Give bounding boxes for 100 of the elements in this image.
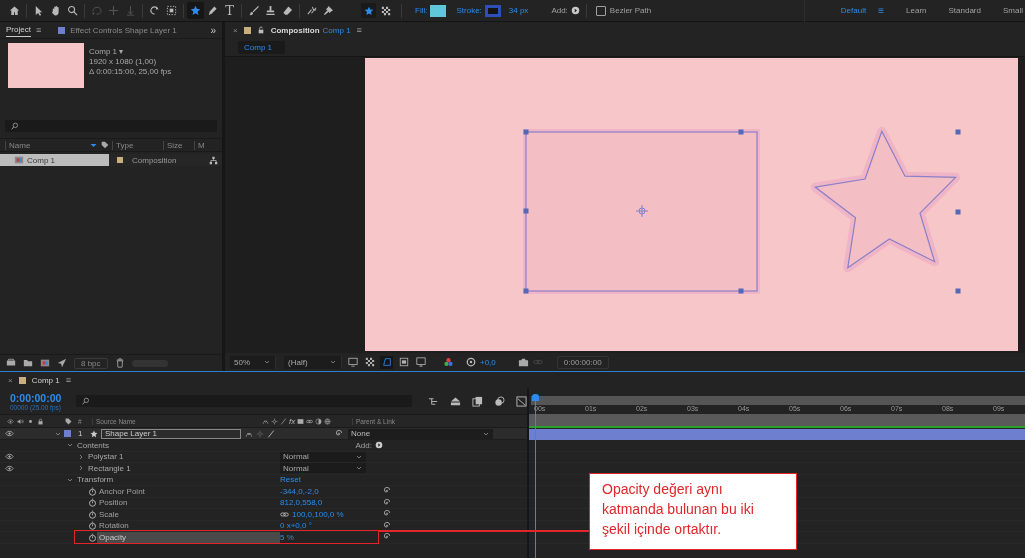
selection-handle[interactable] <box>523 129 529 135</box>
workspace-tab[interactable]: Small <box>1003 6 1023 15</box>
anchor-point-crosshair[interactable] <box>635 204 649 218</box>
monitor-toggle-button[interactable] <box>346 355 359 369</box>
stroke-color-swatch[interactable] <box>484 4 501 17</box>
visibility-toggle[interactable] <box>3 463 15 473</box>
fill-color-swatch[interactable] <box>430 4 447 17</box>
panel-tab[interactable]: Comp 1 <box>31 375 60 385</box>
blend-mode-dropdown[interactable]: Normal <box>280 463 366 474</box>
frame-icon <box>415 357 426 367</box>
property-group-name: Transform <box>77 475 114 485</box>
dot-icon <box>27 417 34 425</box>
panel-menu-button[interactable]: ≡ <box>35 25 42 35</box>
layer-name[interactable]: Shape Layer 1 <box>101 428 241 439</box>
selection-handle[interactable] <box>523 288 529 294</box>
workspace-menu-button[interactable]: ≡ <box>878 5 885 16</box>
eraser-icon <box>282 5 293 16</box>
node-tree-icon <box>428 395 439 407</box>
panel-menu-button[interactable]: ≡ <box>65 375 71 385</box>
property-value[interactable]: 812,0,558,0 <box>280 498 323 508</box>
selection-handle[interactable] <box>955 209 961 215</box>
property-value[interactable]: 0 x+0,0 ° <box>280 521 312 531</box>
current-time-field[interactable]: 0:00:00:00 <box>556 355 609 369</box>
effect-controls-square-icon <box>58 26 66 34</box>
panel-tab[interactable]: Composition <box>270 25 320 35</box>
bit-depth-button[interactable]: 8 bpc <box>74 357 108 369</box>
footage-icon <box>6 358 16 368</box>
pen-icon <box>207 5 218 16</box>
selection-handle[interactable] <box>955 288 961 294</box>
selection-handle[interactable] <box>955 129 961 135</box>
selection-handle[interactable] <box>523 208 529 214</box>
close-tab-button[interactable]: × <box>233 25 238 35</box>
film-frame-icon <box>297 417 305 425</box>
property-name[interactable]: Anchor Point <box>97 486 280 497</box>
eye-icon <box>4 452 14 462</box>
exposure-value[interactable]: +0,0 <box>480 357 496 367</box>
property-name[interactable]: Scale <box>97 509 280 520</box>
property-value[interactable]: -344,0,-2,0 <box>280 486 319 496</box>
label-color-square[interactable] <box>64 430 71 437</box>
bezier-path-checkbox[interactable]: Bezier Path <box>595 5 652 16</box>
resolution-dropdown[interactable]: (Half) <box>284 355 342 369</box>
star-icon <box>90 429 98 438</box>
panel-overflow-button[interactable]: » <box>210 24 216 36</box>
copies-icon <box>472 395 483 407</box>
flowchart-icon <box>209 155 218 165</box>
stopwatch-icon <box>88 498 97 508</box>
search-field[interactable] <box>5 120 217 132</box>
motion-blur-icon <box>494 395 505 407</box>
annotation-callout: Opacity değeri aynı katmanda bulunan bu iki şekil içinde ortaktır. <box>589 473 797 550</box>
comp-tab-name[interactable]: Comp 1 <box>322 25 351 35</box>
current-time[interactable]: 0:00:00:00 <box>10 391 68 404</box>
close-tab-button[interactable]: × <box>8 375 13 385</box>
property-name[interactable]: Position <box>97 497 280 508</box>
eye-icon <box>4 463 14 473</box>
property-name[interactable]: Opacity <box>97 532 280 543</box>
comp-name[interactable]: Comp 1 ▾ <box>89 47 172 56</box>
label-color-square <box>243 26 251 34</box>
play-circle-icon <box>570 6 580 15</box>
selection-handle[interactable] <box>738 129 744 135</box>
square-toggle-button[interactable] <box>397 355 410 369</box>
search-field[interactable] <box>76 395 412 407</box>
workspace-tab[interactable]: Learn <box>906 6 927 15</box>
property-name[interactable]: Rotation <box>97 520 280 531</box>
property-value[interactable]: 100,0,100,0 % <box>292 509 344 519</box>
add-menu-label[interactable]: Add: <box>355 440 372 450</box>
property-value[interactable]: 5 % <box>280 532 294 542</box>
checkerboard-toggle-button[interactable] <box>363 355 376 369</box>
camera-icon <box>517 356 529 368</box>
workspace-tab[interactable]: Standard <box>948 6 981 15</box>
type-tool-button[interactable]: T <box>221 2 238 19</box>
parent-dropdown[interactable]: None <box>348 428 493 439</box>
visibility-toggle[interactable] <box>3 452 15 462</box>
panel-menu-button[interactable]: ≡ <box>356 25 362 35</box>
home-icon <box>9 5 20 16</box>
cross-icon <box>108 5 119 16</box>
blend-mode-dropdown[interactable]: Normal <box>280 451 366 462</box>
panel-tab[interactable]: Effect Controls Shape Layer 1 <box>70 23 177 37</box>
tag-icon <box>65 417 72 425</box>
stroke-width-value[interactable]: 34 px <box>508 6 529 15</box>
workspace-tab[interactable]: Default <box>840 6 867 15</box>
comp-breadcrumb[interactable]: Comp 1 <box>238 40 285 54</box>
panel-tab[interactable]: Project <box>6 23 31 37</box>
star-icon <box>190 5 201 16</box>
stacked-layers-icon <box>450 395 461 407</box>
mask-path-toggle-button[interactable] <box>380 355 393 369</box>
layer-number: 1 <box>78 429 84 438</box>
stroke-label: Stroke: <box>456 6 482 15</box>
column-header: fx <box>289 416 296 426</box>
star-tool-button[interactable] <box>187 2 204 19</box>
brush-icon <box>248 5 259 16</box>
checkerboard-icon <box>364 357 375 367</box>
frame-toggle-button[interactable] <box>414 355 427 369</box>
reset-link[interactable]: Reset <box>280 475 301 485</box>
comp-size: 1920 x 1080 (1,00) <box>89 57 158 66</box>
spiral-icon <box>335 429 343 438</box>
magnification-dropdown[interactable]: 50% <box>230 355 276 369</box>
selection-handle[interactable] <box>738 288 744 294</box>
graph-editor-icon <box>516 395 527 407</box>
checkerboard-icon <box>380 5 391 16</box>
project-item[interactable]: Comp 1 <box>0 154 109 166</box>
